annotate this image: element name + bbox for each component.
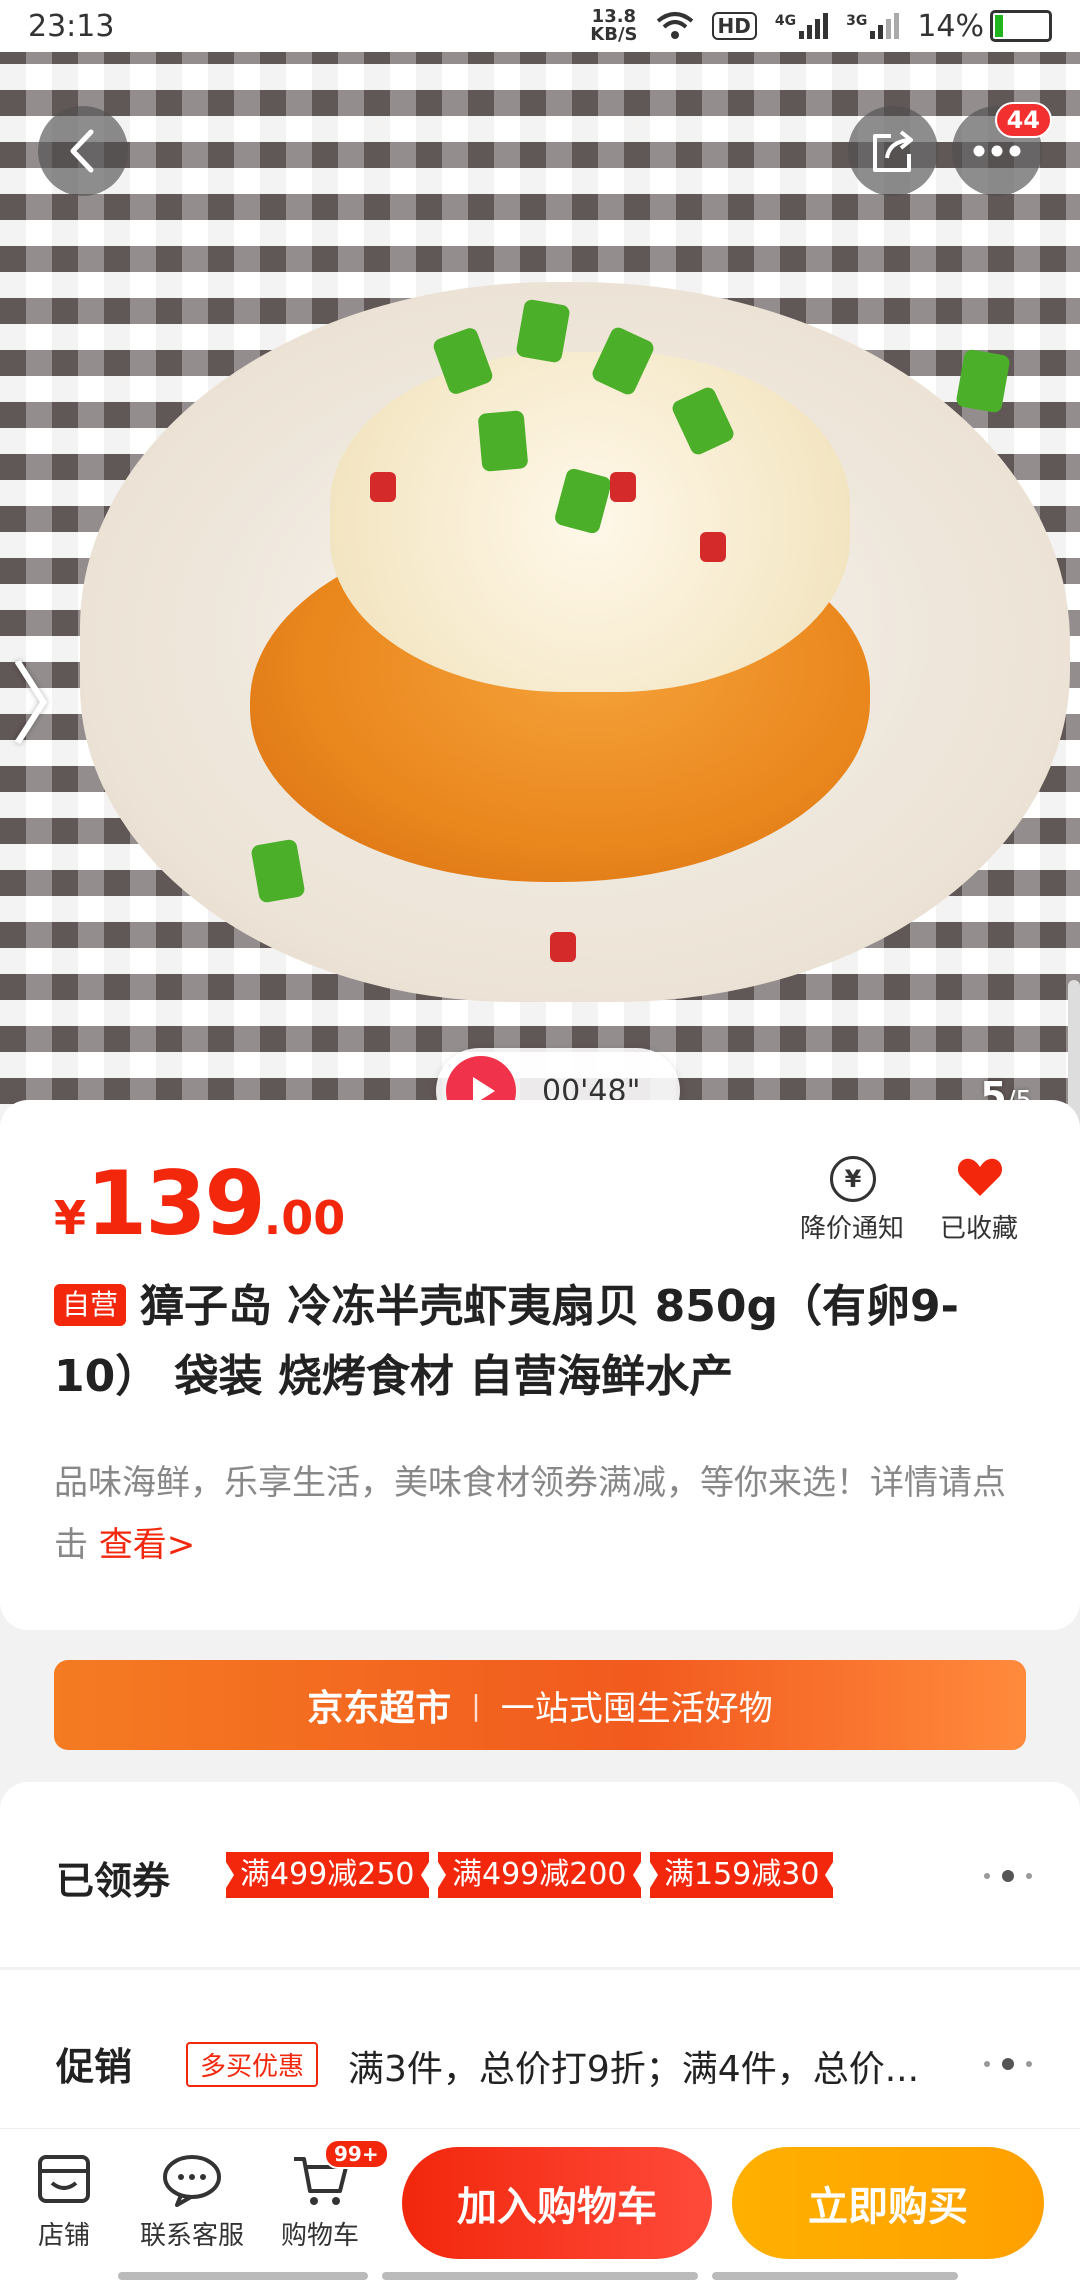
view-details-link[interactable]: 查看> xyxy=(99,1525,196,1565)
share-icon xyxy=(873,130,913,172)
chevron-right-icon[interactable]: 〉 xyxy=(10,632,100,762)
wifi-icon xyxy=(656,12,693,39)
price-alert-button[interactable]: ¥ 降价通知 xyxy=(800,1156,904,1245)
pepper-decoration xyxy=(550,932,576,962)
coupon-tag[interactable]: 满159减30 xyxy=(650,1852,834,1898)
more-dots-icon[interactable] xyxy=(984,2058,1032,2070)
product-price: ¥ 139 .00 xyxy=(54,1152,346,1255)
gesture-bar xyxy=(712,2272,958,2280)
status-bar: 23:13 13.8 KB/S HD 4G 3G 14% xyxy=(0,0,1080,52)
customer-service-button[interactable]: 联系客服 xyxy=(132,2151,252,2252)
promotion-tag: 多买优惠 xyxy=(186,2042,319,2087)
status-indicators: 13.8 KB/S HD 4G 3G 14% xyxy=(590,8,1052,44)
yen-bell-icon: ¥ xyxy=(830,1156,876,1202)
pepper-decoration xyxy=(700,532,726,562)
chat-icon xyxy=(163,2155,221,2207)
store-icon xyxy=(38,2155,90,2203)
cart-count-badge: 99+ xyxy=(324,2139,389,2169)
battery-icon xyxy=(990,10,1052,42)
pepper-decoration xyxy=(610,472,636,502)
hd-icon: HD xyxy=(711,12,757,40)
network-speed: 13.8 KB/S xyxy=(590,6,638,45)
video-play-button[interactable]: 00'48" xyxy=(436,1048,680,1104)
coupon-tag[interactable]: 满499减200 xyxy=(438,1852,641,1898)
product-image-gallery[interactable]: 44 〉 00'48" 5/5 xyxy=(0,52,1080,1104)
more-dots-icon xyxy=(973,145,1021,157)
back-arrow-icon xyxy=(70,129,94,173)
chive-decoration xyxy=(250,838,306,904)
add-to-cart-button[interactable]: 加入购物车 xyxy=(402,2147,712,2259)
cart-button[interactable]: 99+ 购物车 xyxy=(260,2139,389,2252)
more-dots-icon[interactable] xyxy=(984,1870,1032,1882)
promotion-text: 满3件，总价打9折；满4件，总价... xyxy=(348,2049,920,2090)
self-operated-tag: 自营 xyxy=(54,1284,127,1326)
play-icon xyxy=(446,1056,516,1104)
promotion-label: 促销 xyxy=(56,2045,133,2089)
pepper-decoration xyxy=(370,472,396,502)
promotion-row[interactable]: 促销 多买优惠 满3件，总价打9折；满4件，总价... xyxy=(0,1970,1080,2130)
product-description: 品味海鲜，乐享生活，美味食材领券满减，等你来选！详情请点击 查看> xyxy=(54,1463,1006,1565)
bottom-action-bar: 店铺 联系客服 99+ 购物车 加入购物车 立即购买 xyxy=(0,2128,1080,2281)
product-info-card: ¥ 139 .00 ¥ 降价通知 已收藏 自营 獐子岛 冷冻半壳虾夷扇贝 850g… xyxy=(0,1100,1080,1630)
store-button[interactable]: 店铺 xyxy=(4,2151,124,2252)
message-count-badge: 44 xyxy=(994,102,1052,138)
back-button[interactable] xyxy=(38,106,128,196)
gesture-bar xyxy=(382,2272,698,2280)
signal-3g-icon: 3G xyxy=(846,13,900,39)
product-title: 自营 獐子岛 冷冻半壳虾夷扇贝 850g（有卵9-10） 袋装 烧烤食材 自营海鲜… xyxy=(54,1281,959,1402)
status-time: 23:13 xyxy=(28,8,115,44)
gesture-bar xyxy=(118,2272,368,2280)
share-button[interactable] xyxy=(848,106,938,196)
coupons-label: 已领券 xyxy=(56,1859,171,1903)
jd-supermarket-banner[interactable]: 京东超市 | 一站式囤生活好物 xyxy=(54,1660,1026,1750)
more-button[interactable]: 44 xyxy=(952,102,1052,196)
heart-icon xyxy=(957,1158,1003,1196)
buy-now-button[interactable]: 立即购买 xyxy=(732,2147,1044,2259)
battery-indicator: 14% xyxy=(917,9,1052,44)
chive-decoration xyxy=(955,348,1011,414)
chive-decoration xyxy=(477,410,529,472)
favorite-button[interactable]: 已收藏 xyxy=(940,1156,1018,1245)
coupon-tag[interactable]: 满499减250 xyxy=(226,1852,429,1898)
coupons-row[interactable]: 已领券 满499减250 满499减200 满159减30 xyxy=(0,1782,1080,1967)
signal-4g-icon: 4G xyxy=(775,13,829,39)
